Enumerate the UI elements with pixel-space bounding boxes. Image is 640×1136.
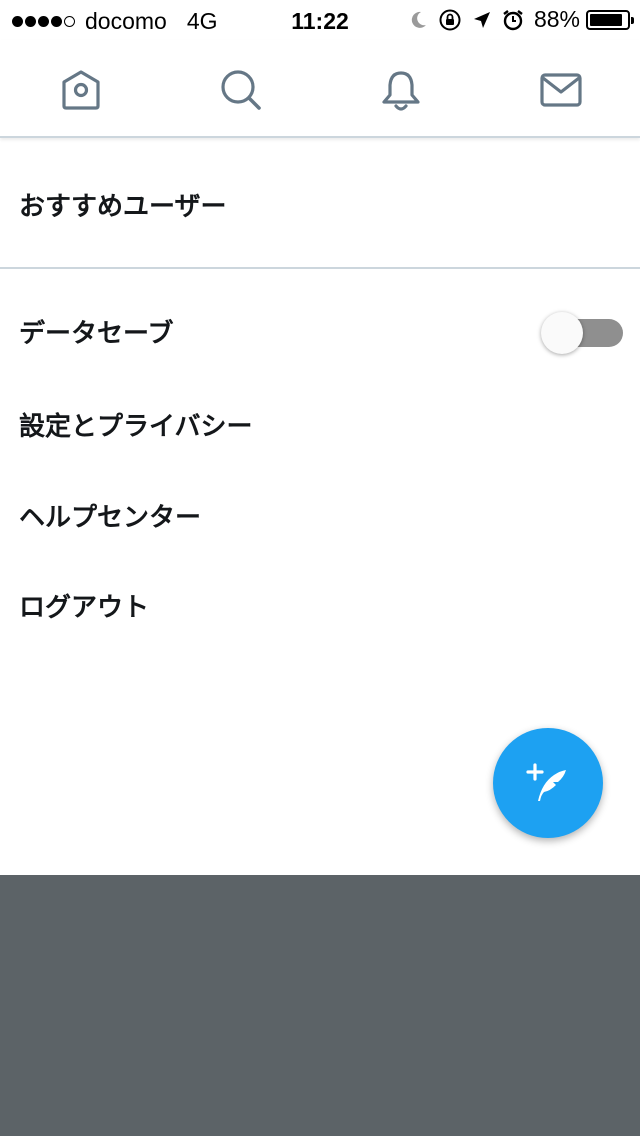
tab-notifications[interactable] [377, 66, 425, 114]
menu-item-recommended-users[interactable]: おすすめユーザー [19, 186, 226, 223]
home-icon [62, 70, 100, 110]
battery-percent: 88% [533, 6, 580, 32]
menu-item-settings-privacy[interactable]: 設定とプライバシー [19, 406, 252, 443]
compose-feather-icon [526, 763, 566, 801]
location-arrow-icon [472, 10, 492, 30]
status-bar: docomo 4G 11:22 88% [0, 0, 640, 40]
tab-search[interactable] [217, 66, 265, 114]
tab-messages[interactable] [537, 66, 585, 114]
rotation-lock-icon [438, 8, 462, 32]
menu-item-help-center[interactable]: ヘルプセンター [19, 497, 201, 534]
divider [0, 267, 640, 269]
mail-icon [540, 73, 582, 107]
toggle-knob [541, 312, 583, 354]
alarm-icon [502, 9, 524, 31]
compose-button[interactable] [493, 728, 603, 838]
menu-item-data-saver: データセーブ [19, 319, 174, 349]
battery-fill [590, 13, 622, 26]
tab-home[interactable] [57, 66, 105, 114]
drawer-panel: docomo 4G 11:22 88% おすすめユーザー データセーブ 設定とプ… [0, 0, 640, 875]
tab-bar [0, 40, 640, 138]
battery-icon [586, 9, 634, 30]
status-right: 88% [398, 6, 634, 33]
search-icon [221, 70, 261, 110]
menu-item-logout[interactable]: ログアウト [19, 587, 149, 624]
moon-icon [408, 10, 428, 30]
bell-icon [382, 71, 420, 111]
data-saver-toggle[interactable] [541, 312, 623, 354]
